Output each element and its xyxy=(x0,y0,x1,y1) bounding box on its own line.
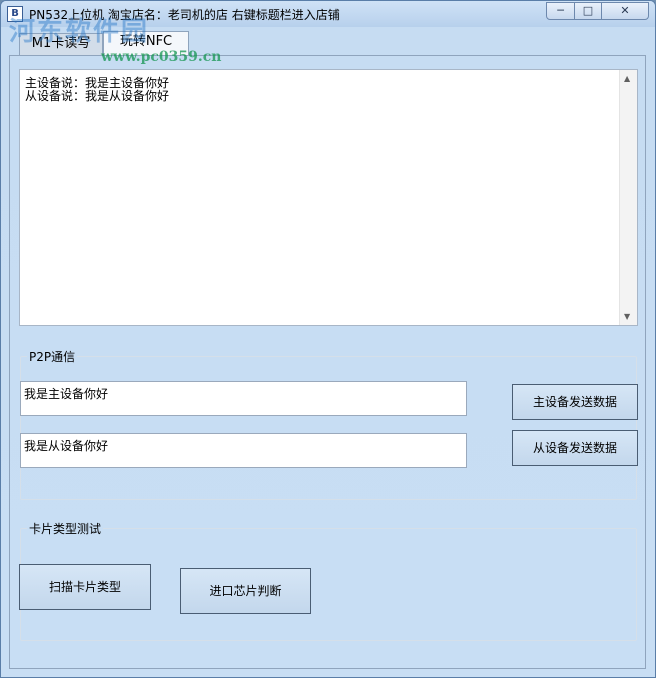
card-type-legend: 卡片类型测试 xyxy=(29,522,102,536)
slave-send-button[interactable]: 从设备发送数据 xyxy=(512,430,638,466)
scroll-down-icon[interactable]: ▼ xyxy=(624,312,630,321)
window-title: PN532上位机 淘宝店名：老司机的店 右键标题栏进入店铺 xyxy=(29,8,340,22)
p2p-group: P2P通信 xyxy=(20,348,637,500)
close-button[interactable]: ✕ xyxy=(601,2,649,20)
tab-m1-card[interactable]: M1卡读写 xyxy=(19,33,103,55)
app-window: B PN532上位机 淘宝店名：老司机的店 右键标题栏进入店铺 ─ □ ✕ M1… xyxy=(0,0,656,678)
slave-data-input[interactable]: 我是从设备你好 xyxy=(20,433,467,468)
master-send-button[interactable]: 主设备发送数据 xyxy=(512,384,638,420)
master-data-input[interactable]: 我是主设备你好 xyxy=(20,381,467,416)
minimize-button[interactable]: ─ xyxy=(546,2,575,20)
title-bar[interactable]: B PN532上位机 淘宝店名：老司机的店 右键标题栏进入店铺 ─ □ ✕ xyxy=(1,1,655,27)
scan-card-type-button[interactable]: 扫描卡片类型 xyxy=(19,564,151,610)
chip-check-button[interactable]: 进口芯片判断 xyxy=(180,568,311,614)
tab-nfc[interactable]: 玩转NFC xyxy=(103,31,189,55)
p2p-legend: P2P通信 xyxy=(29,350,76,364)
maximize-button[interactable]: □ xyxy=(574,2,602,20)
log-line: 从设备说：我是从设备你好 xyxy=(25,89,170,103)
app-icon: B xyxy=(7,6,23,22)
scroll-up-icon[interactable]: ▲ xyxy=(624,74,630,83)
message-log[interactable]: 主设备说：我是主设备你好 从设备说：我是从设备你好 ▲ ▼ xyxy=(19,69,638,326)
vertical-scrollbar[interactable]: ▲ ▼ xyxy=(619,70,637,325)
